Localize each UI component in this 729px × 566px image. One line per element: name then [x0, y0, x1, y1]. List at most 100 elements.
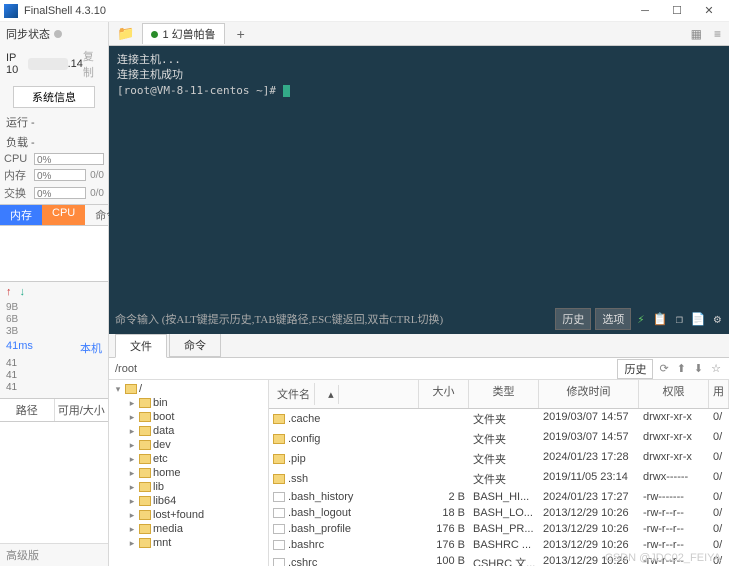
app-logo-icon	[4, 4, 18, 18]
prompt: [root@VM-8-11-centos ~]#	[117, 84, 276, 97]
grid-view-icon[interactable]: ▦	[687, 27, 706, 41]
app-title: FinalShell 4.3.10	[24, 5, 629, 17]
terminal[interactable]: 连接主机...连接主机成功 [root@VM-8-11-centos ~]# 命…	[109, 46, 729, 334]
titlebar: FinalShell 4.3.10 ─ ☐ ✕	[0, 0, 729, 22]
folder-tree[interactable]: ▾ / ▸bin▸boot▸data▸dev▸etc▸home▸lib▸lib6…	[109, 380, 269, 566]
file-row[interactable]: .pip文件夹2024/01/23 17:28drwxr-xr-x0/	[269, 449, 729, 469]
tree-item[interactable]: ▸lost+found	[109, 508, 268, 522]
folder-icon	[139, 482, 151, 492]
path-header: 路径	[0, 399, 55, 421]
copy-button[interactable]: 复制	[83, 48, 102, 80]
folder-icon[interactable]: 📁	[113, 25, 138, 42]
file-row[interactable]: .bash_logout18 BBASH_LO...2013/12/29 10:…	[269, 505, 729, 521]
file-row[interactable]: .bash_history2 BBASH_HI...2024/01/23 17:…	[269, 489, 729, 505]
folder-icon	[273, 414, 285, 424]
star-icon[interactable]: ☆	[709, 362, 723, 375]
folder-icon	[273, 434, 285, 444]
status-dot-icon	[151, 31, 158, 38]
tree-item[interactable]: ▸lib	[109, 480, 268, 494]
clipboard-icon[interactable]: 📋	[651, 312, 670, 326]
file-row[interactable]: .ssh文件夹2019/11/05 23:14drwx------0/	[269, 469, 729, 489]
paste-icon[interactable]: 📄	[689, 312, 708, 326]
header-name[interactable]: 文件名 ▴	[269, 380, 419, 408]
refresh-icon[interactable]: ⟳	[657, 362, 670, 375]
metric-row: 交换0%0/0	[0, 184, 108, 202]
path-history-button[interactable]: 历史	[617, 359, 653, 379]
file-row[interactable]: .config文件夹2019/03/07 14:57drwxr-xr-x0/	[269, 429, 729, 449]
chevron-right-icon[interactable]: ▸	[127, 398, 137, 409]
tree-item[interactable]: ▸boot	[109, 410, 268, 424]
minimize-button[interactable]: ─	[629, 0, 661, 22]
chevron-right-icon[interactable]: ▸	[127, 524, 137, 535]
file-icon	[273, 492, 285, 502]
chevron-right-icon[interactable]: ▸	[127, 412, 137, 423]
chevron-right-icon[interactable]: ▸	[127, 538, 137, 549]
ip-row: IP 10 xxxxx .14 复制	[0, 46, 108, 82]
session-tab[interactable]: 1 幻兽帕鲁	[142, 23, 224, 44]
tab-memory[interactable]: 内存	[0, 205, 42, 225]
copy-icon[interactable]: ❐	[674, 312, 685, 326]
header-type[interactable]: 类型	[469, 380, 539, 408]
options-button[interactable]: 选项	[595, 308, 631, 330]
tree-item[interactable]: ▸media	[109, 522, 268, 536]
list-view-icon[interactable]: ≡	[710, 27, 725, 41]
download-icon[interactable]: ⬇	[692, 362, 705, 375]
metric-row: CPU0%	[0, 152, 108, 166]
system-info-button[interactable]: 系统信息	[13, 86, 95, 108]
file-list[interactable]: 文件名 ▴ 大小 类型 修改时间 权限 用 .cache文件夹2019/03/0…	[269, 380, 729, 566]
terminal-line: 连接主机成功	[117, 67, 721, 82]
current-path[interactable]: /root	[115, 363, 613, 375]
upload-icon[interactable]: ⬆	[675, 362, 688, 375]
chevron-right-icon[interactable]: ▸	[127, 496, 137, 507]
tree-item[interactable]: ▸dev	[109, 438, 268, 452]
header-date[interactable]: 修改时间	[539, 380, 639, 408]
tab-cmd[interactable]: 命令	[169, 333, 221, 357]
tree-item[interactable]: ▸bin	[109, 396, 268, 410]
chevron-right-icon[interactable]: ▸	[127, 510, 137, 521]
session-tab-label: 1 幻兽帕鲁	[162, 26, 215, 42]
history-button[interactable]: 历史	[555, 308, 591, 330]
chevron-right-icon[interactable]: ▸	[127, 440, 137, 451]
folder-icon	[139, 454, 151, 464]
tree-root[interactable]: ▾ /	[109, 382, 268, 396]
file-icon	[273, 540, 285, 550]
net-sparkline: ↑ ↓	[0, 282, 108, 302]
header-perm[interactable]: 权限	[639, 380, 709, 408]
chevron-down-icon[interactable]: ▾	[113, 384, 123, 395]
bolt-icon[interactable]: ⚡	[635, 312, 646, 326]
tree-item[interactable]: ▸data	[109, 424, 268, 438]
disk-header: 路径 可用/大小	[0, 398, 108, 422]
settings-icon[interactable]: ⚙	[712, 312, 723, 326]
load-label: 负载 -	[6, 134, 35, 150]
header-user[interactable]: 用	[709, 380, 729, 408]
path-bar: /root 历史 ⟳ ⬆ ⬇ ☆	[109, 358, 729, 380]
edition-label: 高级版	[0, 543, 108, 566]
file-row[interactable]: .cache文件夹2019/03/07 14:57drwxr-xr-x0/	[269, 409, 729, 429]
chevron-right-icon[interactable]: ▸	[127, 426, 137, 437]
maximize-button[interactable]: ☐	[661, 0, 693, 22]
file-row[interactable]: .bashrc176 BBASHRC ...2013/12/29 10:26-r…	[269, 537, 729, 553]
tree-item[interactable]: ▸lib64	[109, 494, 268, 508]
tree-item[interactable]: ▸mnt	[109, 536, 268, 550]
sync-dot-icon	[54, 30, 62, 38]
file-icon	[273, 524, 285, 534]
tab-cpu[interactable]: CPU	[42, 205, 85, 225]
tab-file[interactable]: 文件	[115, 334, 167, 358]
chevron-right-icon[interactable]: ▸	[127, 468, 137, 479]
chevron-right-icon[interactable]: ▸	[127, 454, 137, 465]
folder-icon	[139, 468, 151, 478]
file-list-header: 文件名 ▴ 大小 类型 修改时间 权限 用	[269, 380, 729, 409]
tree-item[interactable]: ▸etc	[109, 452, 268, 466]
tree-item[interactable]: ▸home	[109, 466, 268, 480]
size-header: 可用/大小	[55, 399, 109, 421]
folder-icon	[139, 398, 151, 408]
chevron-right-icon[interactable]: ▸	[127, 482, 137, 493]
header-size[interactable]: 大小	[419, 380, 469, 408]
add-tab-button[interactable]: +	[229, 26, 253, 42]
file-row[interactable]: .bash_profile176 BBASH_PR...2013/12/29 1…	[269, 521, 729, 537]
folder-icon	[139, 538, 151, 548]
download-icon: ↓	[20, 286, 26, 298]
file-row[interactable]: .cshrc100 BCSHRC 文...2013/12/29 10:26-rw…	[269, 553, 729, 566]
ping-value: 41ms	[6, 340, 33, 356]
close-button[interactable]: ✕	[693, 0, 725, 22]
